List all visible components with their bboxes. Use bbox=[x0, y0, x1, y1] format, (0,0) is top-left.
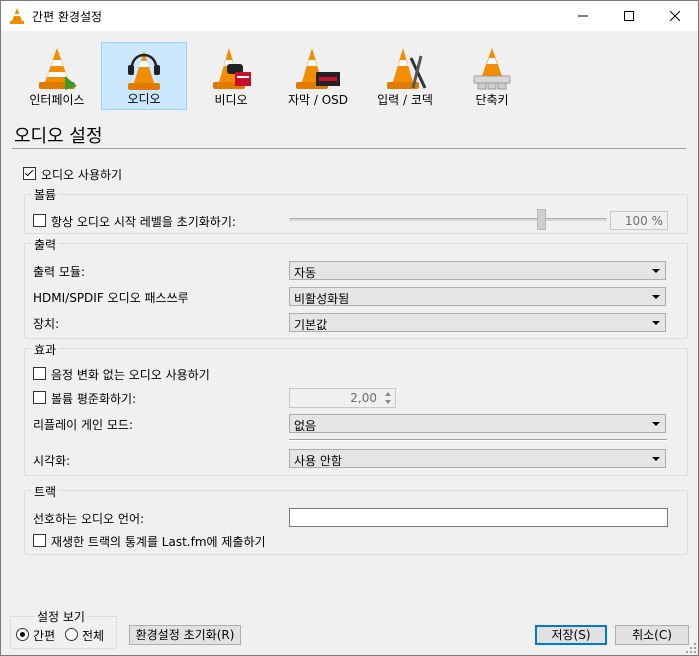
visualization-label: 시각화: bbox=[33, 454, 71, 468]
close-icon bbox=[670, 11, 680, 21]
spin-down-icon[interactable] bbox=[382, 398, 393, 406]
video-cone-icon bbox=[213, 48, 251, 89]
chevron-down-icon bbox=[652, 295, 660, 299]
reset-volume-checkbox[interactable] bbox=[33, 214, 46, 227]
category-toolbar: 인터페이스 오디오 비디오 자막 / OSD 입력 / 코덱 단축키 bbox=[1, 41, 698, 113]
input-codec-cone-icon bbox=[387, 48, 427, 89]
maximize-button[interactable] bbox=[606, 1, 652, 31]
device-select[interactable]: 기본값 bbox=[289, 313, 666, 332]
vlc-cone-icon bbox=[10, 8, 24, 27]
effects-group-title: 효과 bbox=[32, 341, 59, 358]
minimize-icon bbox=[578, 15, 588, 17]
device-label: 장치: bbox=[33, 317, 60, 331]
close-button[interactable] bbox=[652, 1, 698, 31]
hotkeys-cone-icon bbox=[473, 48, 511, 90]
maximize-icon bbox=[624, 11, 634, 21]
view-all-label: 전체 bbox=[82, 629, 105, 643]
view-simple-label: 간편 bbox=[33, 629, 56, 643]
reset-volume-label: 항상 오디오 시작 레벨을 초기화하기: bbox=[51, 215, 236, 229]
normalize-spinbox[interactable]: 2,00 bbox=[289, 388, 396, 408]
normalize-value: 2,00 bbox=[350, 391, 377, 405]
category-subtitles-osd[interactable]: 자막 / OSD bbox=[275, 42, 361, 110]
chevron-down-icon bbox=[652, 457, 660, 461]
pitch-lock-checkbox[interactable] bbox=[33, 367, 46, 380]
window-title: 간편 환경설정 bbox=[32, 10, 103, 24]
enable-audio-checkbox[interactable] bbox=[23, 167, 36, 180]
heading-divider bbox=[12, 148, 686, 149]
passthrough-label: HDMI/SPDIF 오디오 패스쓰루 bbox=[33, 291, 189, 305]
chevron-down-icon bbox=[652, 269, 660, 273]
minimize-button[interactable] bbox=[560, 1, 606, 31]
category-label: 입력 / 코덱 bbox=[377, 93, 433, 107]
audio-cone-icon bbox=[128, 51, 160, 90]
enable-audio-label: 오디오 사용하기 bbox=[41, 168, 123, 182]
interface-cone-icon bbox=[39, 48, 77, 90]
category-audio[interactable]: 오디오 bbox=[101, 42, 187, 110]
normalize-label: 볼륨 평준화하기: bbox=[51, 392, 137, 406]
visualization-select[interactable]: 사용 안함 bbox=[289, 449, 666, 468]
volume-slider-track[interactable] bbox=[289, 218, 607, 221]
category-label: 단축키 bbox=[475, 93, 509, 107]
effects-divider bbox=[289, 439, 667, 441]
device-value: 기본값 bbox=[294, 318, 328, 332]
output-module-value: 자동 bbox=[294, 266, 317, 280]
page-title: 오디오 설정 bbox=[14, 126, 103, 147]
view-all-radio[interactable] bbox=[65, 628, 78, 641]
preferred-language-input[interactable] bbox=[289, 508, 668, 527]
normalize-checkbox[interactable] bbox=[33, 391, 46, 404]
category-interface[interactable]: 인터페이스 bbox=[14, 42, 100, 110]
replay-gain-label: 리플레이 게인 모드: bbox=[33, 418, 133, 432]
title-bar: 간편 환경설정 bbox=[1, 1, 698, 31]
volume-slider-thumb[interactable] bbox=[537, 209, 546, 230]
preferences-window: 간편 환경설정 인터페이스 오디오 비디오 자막 / OSD 입력 / 코덱 단… bbox=[0, 0, 699, 656]
spin-up-icon[interactable] bbox=[382, 390, 393, 398]
chevron-down-icon bbox=[652, 422, 660, 426]
passthrough-select[interactable]: 비활성화됨 bbox=[289, 287, 666, 306]
category-label: 비디오 bbox=[214, 93, 248, 107]
subtitle-cone-icon bbox=[296, 48, 340, 89]
chevron-down-icon bbox=[652, 321, 660, 325]
output-module-select[interactable]: 자동 bbox=[289, 261, 666, 280]
category-video[interactable]: 비디오 bbox=[188, 42, 274, 110]
lastfm-label: 재생한 트랙의 통계를 Last.fm에 제출하기 bbox=[51, 535, 266, 549]
preferred-language-label: 선호하는 오디오 언어: bbox=[33, 512, 145, 526]
resize-grip-icon[interactable] bbox=[686, 643, 696, 653]
volume-level-field[interactable]: 100 % bbox=[610, 211, 668, 230]
output-module-label: 출력 모듈: bbox=[33, 265, 86, 279]
category-label: 인터페이스 bbox=[29, 93, 85, 107]
volume-group-title: 볼륨 bbox=[32, 186, 59, 203]
replay-gain-select[interactable]: 없음 bbox=[289, 414, 666, 433]
cancel-button[interactable]: 취소(C) bbox=[615, 625, 689, 645]
save-button[interactable]: 저장(S) bbox=[535, 625, 607, 645]
passthrough-value: 비활성화됨 bbox=[294, 292, 350, 306]
pitch-lock-label: 음정 변화 없는 오디오 사용하기 bbox=[51, 368, 210, 382]
visualization-value: 사용 안함 bbox=[294, 454, 342, 468]
reset-preferences-button[interactable]: 환경설정 초기화(R) bbox=[129, 625, 241, 645]
category-input-codecs[interactable]: 입력 / 코덱 bbox=[362, 42, 448, 110]
lastfm-checkbox[interactable] bbox=[33, 534, 46, 547]
replay-gain-value: 없음 bbox=[294, 419, 317, 433]
category-label: 자막 / OSD bbox=[287, 93, 349, 107]
category-label: 오디오 bbox=[127, 92, 161, 106]
category-hotkeys[interactable]: 단축키 bbox=[449, 42, 535, 110]
tracks-group-title: 트랙 bbox=[32, 483, 59, 500]
view-settings-title: 설정 보기 bbox=[35, 608, 87, 625]
view-simple-radio[interactable] bbox=[16, 628, 29, 641]
output-group-title: 출력 bbox=[32, 236, 59, 253]
